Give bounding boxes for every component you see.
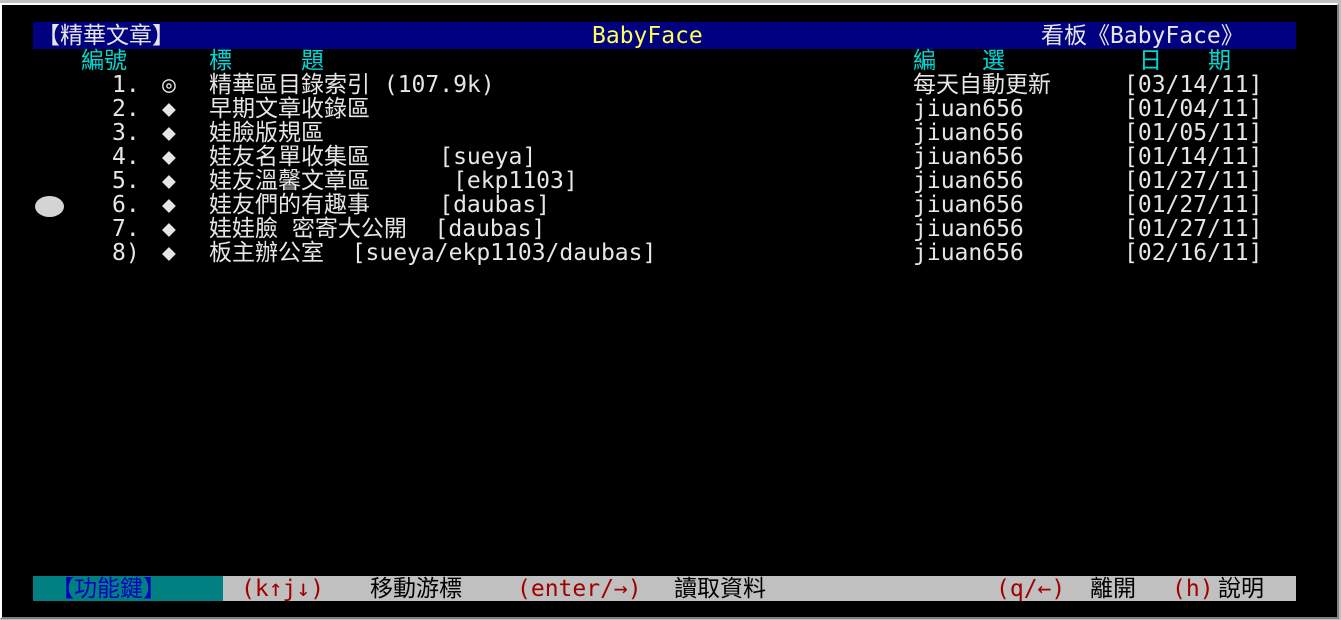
function-key-bar: 【功能鍵】 (k↑j↓) 移動游標 (enter/→) 讀取資料 (q/←) 離… (33, 576, 1296, 601)
function-key-label-bg: 【功能鍵】 (33, 576, 223, 601)
board-name: BabyFace (592, 23, 703, 49)
item-editor: jiuan656 (913, 192, 1024, 218)
list-item[interactable]: 7. ◆ 娃娃臉 密寄大公開 [daubas] jiuan656 [01/27/… (2, 217, 1302, 241)
column-title: 標 題 (209, 48, 324, 74)
item-number: 3. (112, 120, 140, 146)
diamond-icon: ◆ (162, 192, 176, 218)
column-number: 編號 (81, 48, 127, 74)
item-number: 6. (112, 192, 140, 218)
item-date: [01/27/11] (1124, 216, 1263, 242)
item-title: 娃友們的有趣事 [daubas] (209, 192, 551, 218)
item-editor: jiuan656 (913, 216, 1024, 242)
item-title: 板主辦公室 [sueya/ekp1103/daubas] (209, 240, 657, 266)
item-editor: jiuan656 (913, 120, 1024, 146)
item-editor: 每天自動更新 (913, 72, 1051, 98)
item-editor: jiuan656 (913, 168, 1024, 194)
item-date: [02/16/11] (1124, 240, 1263, 266)
action-leave: 離開 (1090, 576, 1136, 602)
list-item[interactable]: 3. ◆ 娃臉版規區 jiuan656 [01/05/11] (2, 121, 1302, 145)
column-editor: 編 選 (913, 48, 1005, 74)
diamond-icon: ◆ (162, 240, 176, 266)
item-number: 2. (112, 96, 140, 122)
item-number: 8) (112, 240, 140, 266)
list-item[interactable]: 8) ◆ 板主辦公室 [sueya/ekp1103/daubas] jiuan6… (2, 241, 1302, 265)
item-date: [01/27/11] (1124, 168, 1263, 194)
item-date: [01/14/11] (1124, 144, 1263, 170)
item-title: 娃友溫馨文章區 [ekp1103] (209, 168, 578, 194)
list-item[interactable]: 4. ◆ 娃友名單收集區 [sueya] jiuan656 [01/14/11] (2, 145, 1302, 169)
diamond-icon: ◆ (162, 96, 176, 122)
key-enter[interactable]: (enter/→) (517, 577, 642, 601)
item-editor: jiuan656 (913, 144, 1024, 170)
list-item-selected[interactable]: 6. ◆ 娃友們的有趣事 [daubas] jiuan656 [01/27/11… (2, 193, 1302, 217)
item-date: [01/04/11] (1124, 96, 1263, 122)
list-item[interactable]: 5. ◆ 娃友溫馨文章區 [ekp1103] jiuan656 [01/27/1… (2, 169, 1302, 193)
index-icon: ◎ (162, 72, 176, 98)
item-number: 4. (112, 144, 140, 170)
item-title: 娃娃臉 密寄大公開 [daubas] (209, 216, 546, 242)
column-date: 日 期 (1139, 48, 1231, 74)
item-date: [03/14/11] (1124, 72, 1263, 98)
title-bar: 【精華文章】 BabyFace 看板《BabyFace》 (33, 22, 1296, 49)
terminal-window: 【精華文章】 BabyFace 看板《BabyFace》 編號 標 題 編 選 … (0, 3, 1339, 619)
key-help[interactable]: (h) (1172, 577, 1214, 601)
item-title: 娃友名單收集區 [sueya] (209, 144, 537, 170)
diamond-icon: ◆ (162, 168, 176, 194)
list-item[interactable]: 1. ◎ 精華區目錄索引 (107.9k) 每天自動更新 [03/14/11] (2, 73, 1302, 97)
key-quit[interactable]: (q/←) (996, 577, 1065, 601)
item-title: 娃臉版規區 (209, 120, 324, 146)
list-item[interactable]: 2. ◆ 早期文章收錄區 jiuan656 [01/04/11] (2, 97, 1302, 121)
action-read: 讀取資料 (674, 576, 766, 602)
item-number: 5. (112, 168, 140, 194)
item-date: [01/27/11] (1124, 192, 1263, 218)
item-number: 1. (112, 72, 140, 98)
item-editor: jiuan656 (913, 96, 1024, 122)
diamond-icon: ◆ (162, 144, 176, 170)
function-key-label: 【功能鍵】 (51, 576, 166, 602)
item-title: 早期文章收錄區 (209, 96, 370, 122)
board-label: 看板《BabyFace》 (1041, 23, 1244, 49)
diamond-icon: ◆ (162, 216, 176, 242)
item-date: [01/05/11] (1124, 120, 1263, 146)
key-move[interactable]: (k↑j↓) (241, 577, 324, 601)
item-number: 7. (112, 216, 140, 242)
diamond-icon: ◆ (162, 120, 176, 146)
item-title: 精華區目錄索引 (107.9k) (209, 72, 495, 98)
selection-cursor-icon (35, 196, 64, 217)
item-editor: jiuan656 (913, 240, 1024, 266)
action-move: 移動游標 (370, 576, 462, 602)
action-help: 說明 (1218, 576, 1264, 602)
section-title: 【精華文章】 (37, 23, 175, 49)
